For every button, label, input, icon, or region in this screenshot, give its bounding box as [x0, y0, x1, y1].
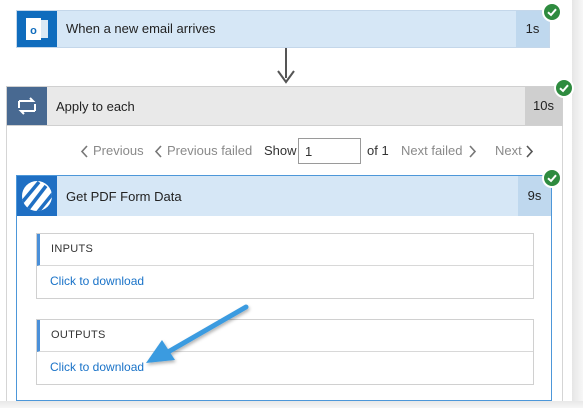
- window-shadow-right: [572, 0, 583, 408]
- previous-button[interactable]: Previous: [93, 137, 144, 165]
- previous-failed-button[interactable]: Previous failed: [167, 137, 252, 165]
- svg-text:o: o: [30, 25, 37, 37]
- loop-icon: [7, 87, 47, 125]
- outlook-icon: o: [17, 11, 57, 47]
- show-label: Show: [264, 143, 297, 158]
- trigger-step-title: When a new email arrives: [66, 21, 216, 36]
- page-number-input[interactable]: [298, 138, 361, 164]
- next-failed-button[interactable]: Next failed: [401, 137, 462, 165]
- outputs-download-link[interactable]: Click to download: [50, 360, 144, 374]
- connector-arrow-icon: [277, 70, 295, 84]
- action-step-title: Get PDF Form Data: [66, 189, 182, 204]
- inputs-download-link[interactable]: Click to download: [50, 274, 144, 288]
- success-check-icon: [542, 2, 562, 22]
- window-shadow-bottom: [0, 401, 583, 408]
- annotation-arrow-icon: [146, 304, 249, 363]
- next-button[interactable]: Next: [495, 137, 522, 165]
- chevron-right-icon: [469, 145, 477, 158]
- loop-step-header[interactable]: Apply to each 10s: [6, 86, 563, 126]
- loop-step-title: Apply to each: [56, 99, 135, 114]
- chevron-left-icon: [154, 145, 162, 158]
- chevron-left-icon: [80, 145, 88, 158]
- chevron-right-icon: [526, 145, 534, 158]
- inputs-section: INPUTS Click to download: [36, 233, 534, 299]
- inputs-header[interactable]: INPUTS: [37, 234, 533, 266]
- action-step-header[interactable]: Get PDF Form Data 9s: [17, 176, 551, 216]
- success-check-icon: [542, 168, 562, 188]
- outputs-section: OUTPUTS Click to download: [36, 319, 534, 385]
- pdf-form-icon: [17, 176, 57, 216]
- success-check-icon: [554, 78, 574, 98]
- outputs-header[interactable]: OUTPUTS: [37, 320, 533, 352]
- page-count-label: of 1: [367, 143, 389, 158]
- trigger-step-header[interactable]: o When a new email arrives 1s: [16, 10, 550, 48]
